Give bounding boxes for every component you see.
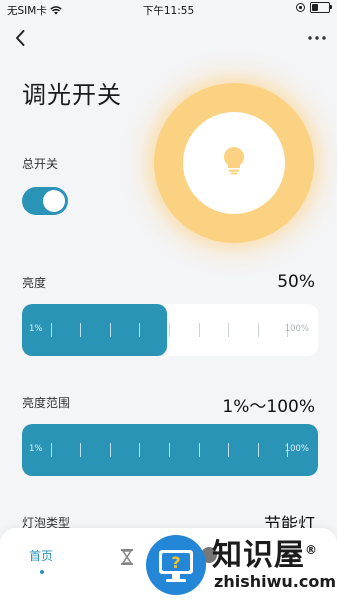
watermark-brand: 知识屋® bbox=[212, 538, 318, 573]
slider-tick bbox=[110, 323, 111, 337]
status-right bbox=[296, 2, 332, 13]
watermark-domain: zhishiwu.com bbox=[214, 572, 336, 591]
slider-tick bbox=[139, 323, 140, 337]
tab-home[interactable]: 首页 bbox=[29, 547, 53, 564]
more-icon[interactable] bbox=[306, 28, 328, 48]
slider-tick bbox=[80, 323, 81, 337]
slider-tick bbox=[51, 323, 52, 337]
slider-tick bbox=[110, 443, 111, 457]
brightness-min-label: 1% bbox=[29, 324, 43, 334]
status-bar: 无SIM卡 下午11:55 bbox=[0, 0, 337, 20]
brightness-range-label: 亮度范围 bbox=[22, 396, 71, 410]
brightness-max-label: 100% bbox=[284, 324, 309, 334]
bulb-icon bbox=[221, 145, 247, 175]
brightness-range-slider[interactable]: 1% 100% bbox=[22, 424, 318, 476]
watermark-logo: ? bbox=[146, 535, 206, 595]
page-title: 调光开关 bbox=[22, 81, 122, 109]
brightness-range-min-label: 1% bbox=[29, 444, 43, 454]
brightness-label: 亮度 bbox=[22, 276, 47, 290]
slider-tick bbox=[169, 323, 170, 337]
slider-tick bbox=[199, 443, 200, 457]
bulb-type-value: 节能灯 bbox=[264, 515, 315, 530]
status-time: 下午11:55 bbox=[142, 5, 195, 17]
rotation-lock-icon bbox=[296, 3, 305, 12]
brightness-range-max-label: 100% bbox=[284, 444, 309, 454]
brightness-range-value: 1%～100% bbox=[222, 397, 315, 417]
brightness-value: 50% bbox=[277, 272, 315, 292]
brightness-range-slider-ticks bbox=[22, 424, 318, 476]
slider-tick bbox=[258, 323, 259, 337]
slider-tick bbox=[51, 443, 52, 457]
slider-tick bbox=[228, 323, 229, 337]
slider-tick bbox=[169, 443, 170, 457]
slider-tick bbox=[199, 323, 200, 337]
bulb-type-row[interactable]: 灯泡类型 节能灯 bbox=[0, 508, 337, 530]
brightness-slider[interactable]: 1% 100% bbox=[22, 304, 318, 356]
svg-text:?: ? bbox=[171, 553, 180, 572]
slider-tick bbox=[228, 443, 229, 457]
power-switch-label: 总开关 bbox=[22, 157, 59, 171]
toggle-knob bbox=[43, 190, 65, 212]
slider-tick bbox=[258, 443, 259, 457]
slider-tick bbox=[80, 443, 81, 457]
back-icon[interactable] bbox=[11, 28, 31, 48]
slider-tick bbox=[139, 443, 140, 457]
timer-icon[interactable] bbox=[119, 548, 135, 570]
active-tab-indicator bbox=[40, 570, 44, 574]
brightness-slider-ticks bbox=[22, 304, 318, 356]
battery-icon bbox=[310, 2, 332, 13]
power-toggle[interactable] bbox=[22, 187, 68, 215]
